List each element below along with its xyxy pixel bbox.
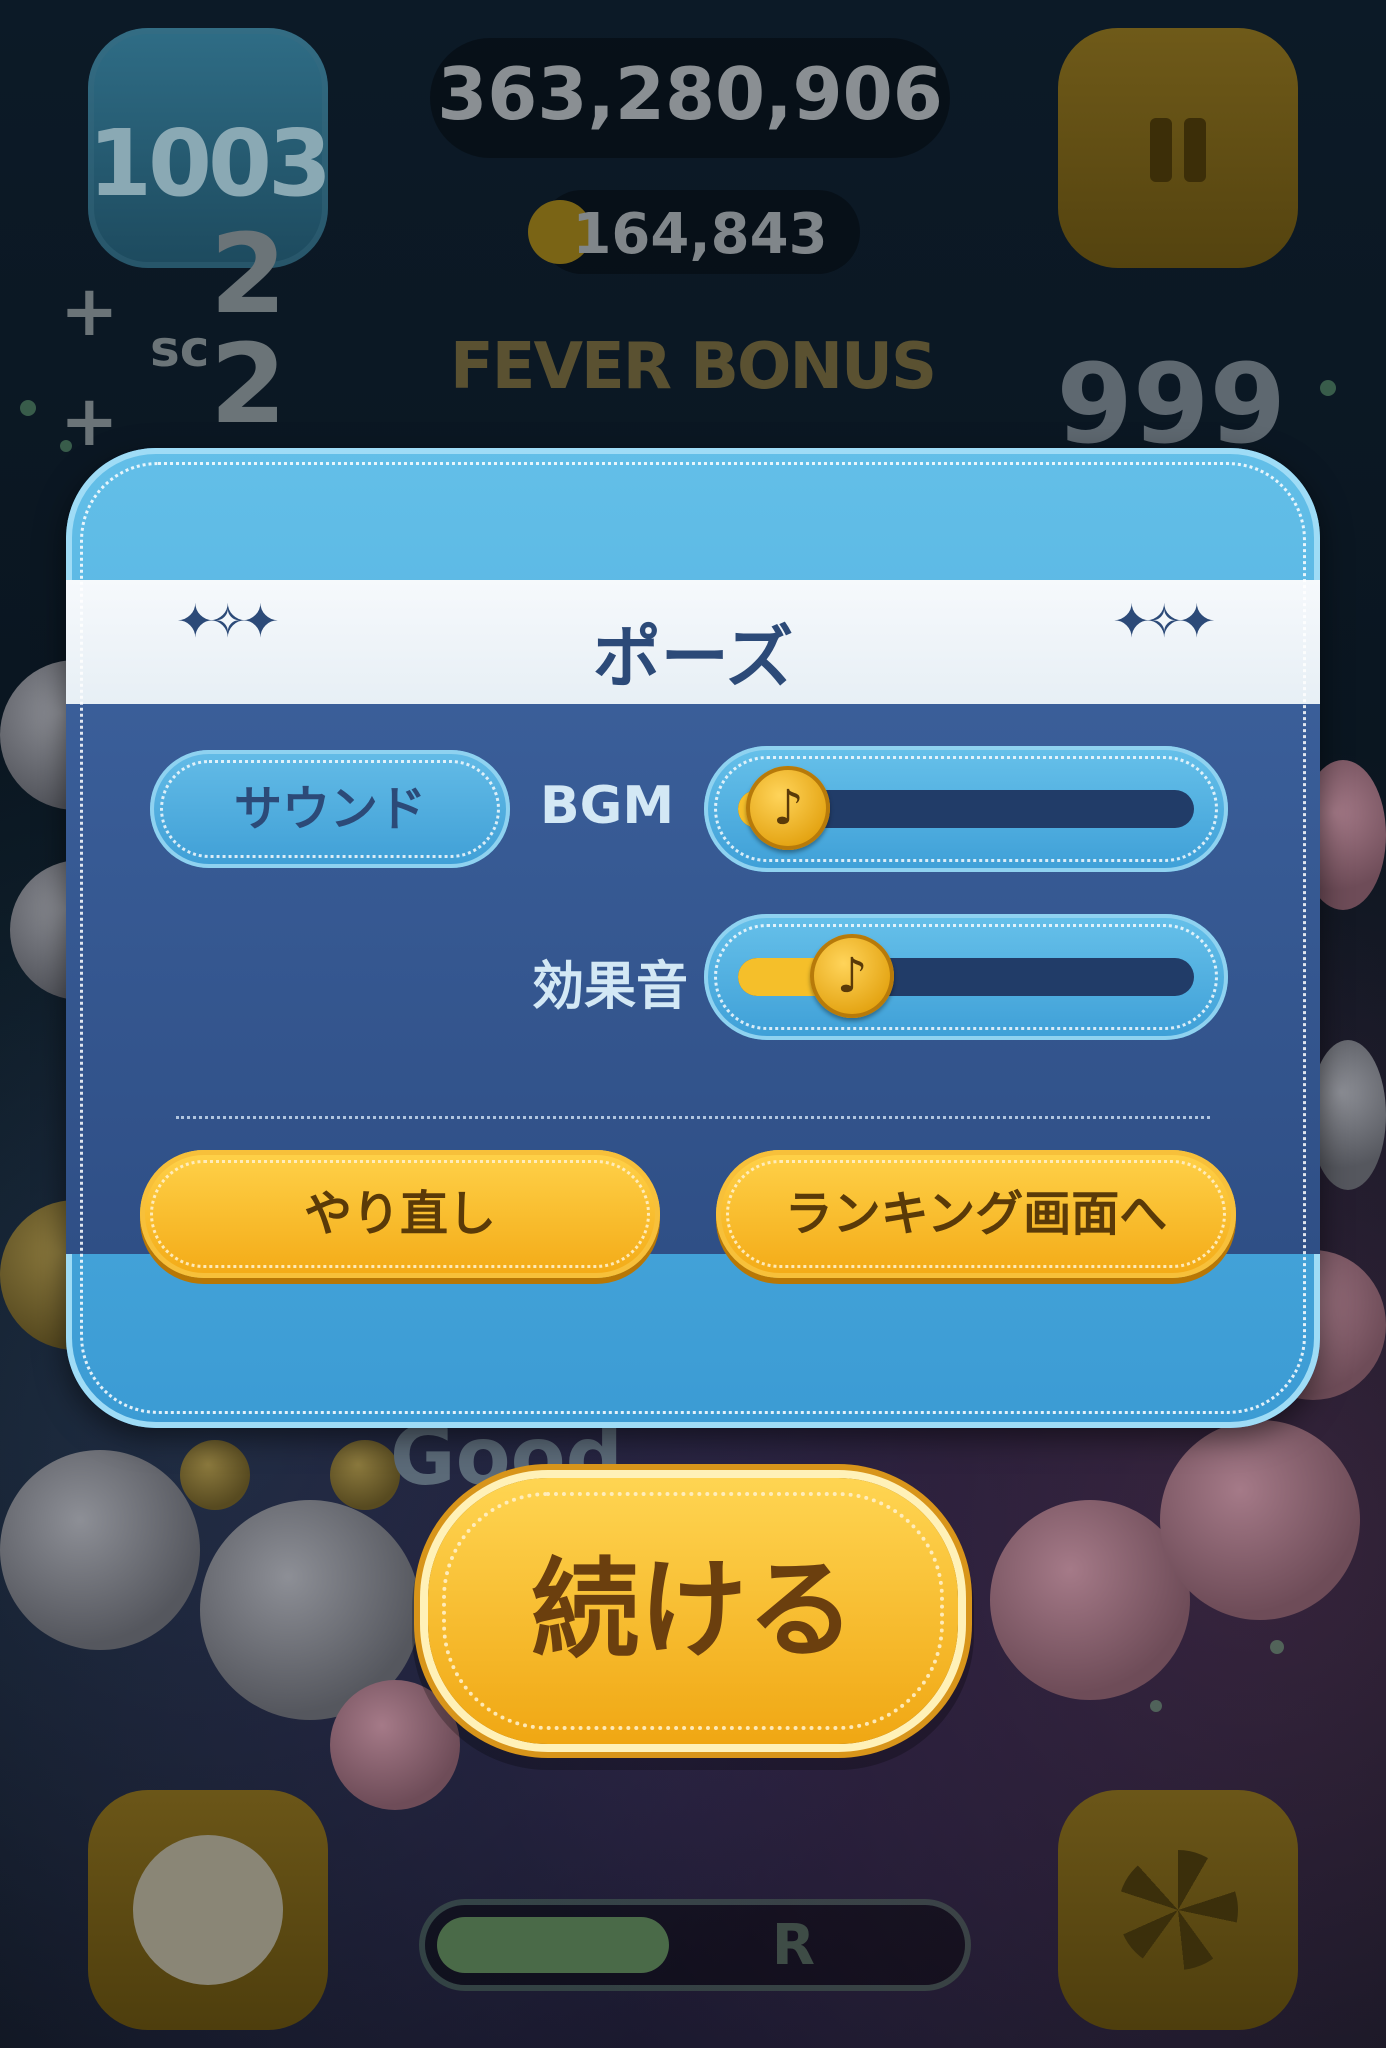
fever-bonus-label: FEVER BONUS	[450, 330, 937, 404]
level-badge: 1003	[88, 28, 332, 268]
pause-icon-bar-left	[1150, 118, 1172, 182]
sparkle-right-icon: ✦✧✦	[1112, 594, 1216, 648]
item-button[interactable]	[1058, 1790, 1298, 2030]
coin-count: 164,843	[572, 202, 828, 267]
bgm-knob-music-note-icon[interactable]: ♪	[746, 766, 831, 850]
fever-gauge-label: R	[771, 1913, 815, 1978]
sfx-slider-track	[738, 958, 1194, 996]
dialog-body: サウンド BGM ♪ 効果音 ♪ やり直し ランキング画面へ	[66, 704, 1320, 1278]
pause-dialog: ✦✧✦ ポーズ ✦✧✦ サウンド BGM ♪ 効果音 ♪ やり直し ランキング画…	[66, 448, 1320, 1428]
dotted-divider	[176, 1116, 1210, 1119]
fan-icon	[1118, 1850, 1238, 1970]
bgm-label: BGM	[540, 776, 675, 836]
fever-gauge: R	[425, 1905, 965, 1985]
combo-plus: +	[60, 270, 119, 352]
combo-plus-2: +	[60, 380, 119, 462]
level-number: 1003	[88, 110, 332, 217]
score-panel: 363,280,906	[430, 38, 950, 158]
score-value: 363,280,906	[437, 52, 943, 136]
combo-prefix: sc	[150, 320, 210, 378]
retry-button[interactable]: やり直し	[140, 1150, 660, 1278]
sfx-knob-music-note-icon[interactable]: ♪	[810, 934, 895, 1018]
fever-gauge-fill	[437, 1917, 670, 1973]
combo-value: 2	[210, 210, 287, 338]
sfx-label: 効果音	[532, 957, 689, 1017]
combo-value-2: 2	[210, 320, 287, 448]
bgm-slider[interactable]: ♪	[704, 746, 1228, 872]
continue-button[interactable]: 続ける	[428, 1478, 958, 1744]
skill-button[interactable]	[88, 1790, 328, 2030]
coin-panel: 164,843	[528, 190, 860, 274]
dialog-title-bar: ✦✧✦ ポーズ ✦✧✦	[66, 580, 1320, 704]
ranking-screen-button[interactable]: ランキング画面へ	[716, 1150, 1236, 1278]
sfx-slider[interactable]: ♪	[704, 914, 1228, 1040]
pause-button[interactable]	[1058, 28, 1298, 268]
sound-label: サウンド	[150, 750, 510, 868]
pause-icon-bar-right	[1184, 118, 1206, 182]
tsum-avatar-icon	[133, 1835, 283, 1985]
